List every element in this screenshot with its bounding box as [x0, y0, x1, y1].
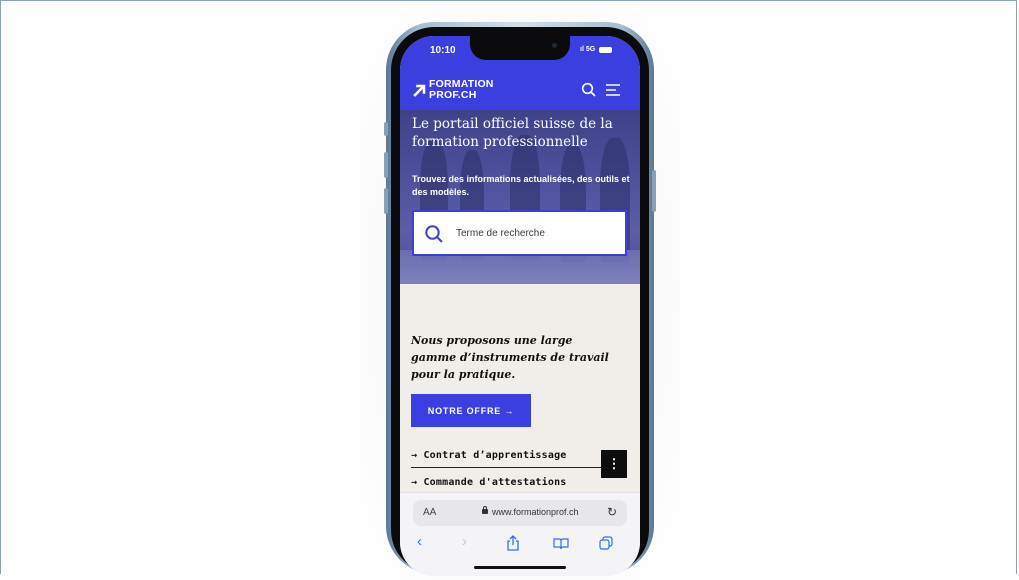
url-text[interactable]: www.formationprof.ch	[492, 507, 579, 517]
status-time: 10:10	[430, 45, 456, 56]
logo-arrow-icon	[413, 84, 426, 97]
phone-device: 10:10 ıl 5G FORMATION PROF.CH Le portail…	[384, 22, 656, 576]
hero-search-box[interactable]	[412, 210, 627, 256]
share-icon[interactable]	[506, 535, 520, 551]
address-bar[interactable]: AA www.formationprof.ch ↻	[413, 500, 627, 526]
hero-subtitle: Trouvez des informations actualisées, de…	[412, 174, 630, 197]
status-bar: 10:10 ıl 5G	[400, 36, 640, 72]
dynamic-notch	[470, 36, 570, 60]
network-label: 5G	[585, 46, 596, 53]
volume-down-button	[384, 188, 388, 214]
battery-icon	[599, 47, 612, 53]
more-options-button[interactable]: ⋮	[601, 450, 627, 478]
link-contrat-apprentissage[interactable]: → Contrat d’apprentissage	[411, 445, 601, 468]
hero-banner: Le portail officiel suisse de la formati…	[400, 110, 640, 284]
search-icon[interactable]	[581, 82, 597, 98]
bookmarks-icon[interactable]	[553, 538, 569, 550]
back-icon[interactable]: ‹	[417, 533, 422, 550]
volume-up-button	[384, 152, 388, 178]
site-logo[interactable]: FORMATION PROF.CH	[429, 79, 494, 101]
lock-icon	[482, 506, 488, 514]
silent-switch	[384, 122, 388, 136]
text-size-button[interactable]: AA	[423, 507, 436, 518]
link-commande-attestations[interactable]: → Commande d'attestations	[411, 472, 601, 494]
front-camera	[552, 43, 557, 48]
reload-icon[interactable]: ↻	[607, 505, 617, 519]
notre-offre-button[interactable]: NOTRE OFFRE →	[411, 394, 531, 427]
menu-icon[interactable]	[605, 83, 621, 97]
site-header: FORMATION PROF.CH	[400, 72, 640, 110]
signal-indicator: ıl 5G	[580, 46, 596, 53]
home-indicator[interactable]	[474, 566, 566, 569]
hero-title: Le portail officiel suisse de la formati…	[412, 116, 613, 150]
logo-line-2: PROF.CH	[429, 89, 477, 101]
search-icon	[425, 225, 443, 243]
phone-screen: 10:10 ıl 5G FORMATION PROF.CH Le portail…	[400, 36, 640, 576]
power-button	[652, 170, 656, 212]
offer-intro-text: Nous proposons une large gamme d’instrum…	[411, 334, 609, 381]
tabs-icon[interactable]	[599, 536, 613, 550]
browser-toolbar: AA www.formationprof.ch ↻ ‹ ›	[400, 492, 640, 576]
forward-icon: ›	[462, 533, 467, 550]
search-input[interactable]	[456, 225, 616, 241]
